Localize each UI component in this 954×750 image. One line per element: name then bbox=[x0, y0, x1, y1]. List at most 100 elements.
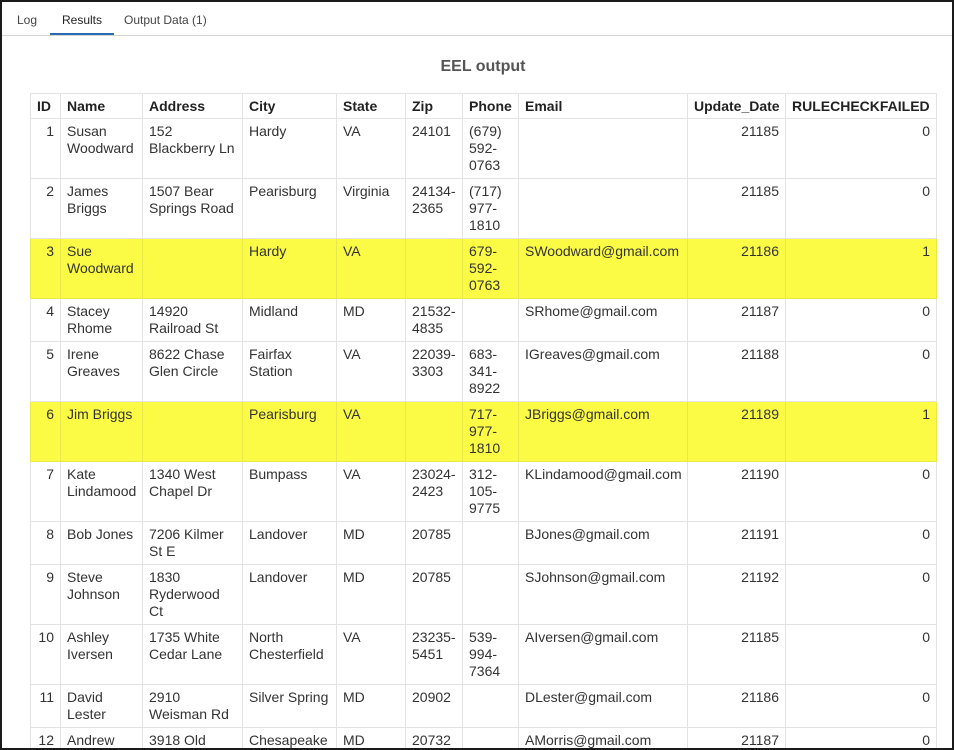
table-cell-state: MD bbox=[336, 521, 406, 565]
table-cell-city: Fairfax Station bbox=[242, 341, 337, 402]
table-row: 6 Jim Briggs Pearisburg VA 717-977-1810 JBrig… bbox=[30, 401, 937, 462]
table-cell-email: JBriggs@gmail.com bbox=[518, 401, 688, 462]
table-cell-city: North Chesterfield bbox=[242, 624, 337, 685]
table-cell-phone: 312-105-9775 bbox=[462, 461, 519, 522]
table-cell-rulecheckfailed: 0 bbox=[785, 564, 937, 625]
table-cell-update-date: 21189 bbox=[687, 401, 786, 462]
table-cell-rulecheckfailed: 1 bbox=[785, 238, 937, 299]
table-cell-zip: 23235-5451 bbox=[405, 624, 463, 685]
table-row: 1 Susan Woodward 152 Blackberry Ln Hardy VA 2… bbox=[30, 118, 937, 179]
table-cell-update-date: 21191 bbox=[687, 521, 786, 565]
table-cell-state: VA bbox=[336, 401, 406, 462]
table-cell-city: Landover bbox=[242, 521, 337, 565]
results-table: ID Name Address City State Zip Phone Email Updat… bbox=[30, 93, 937, 748]
table-cell-update-date: 21187 bbox=[687, 727, 786, 748]
table-cell-address: 1340 West Chapel Dr bbox=[142, 461, 243, 522]
table-cell-name: Kate Lindamood bbox=[60, 461, 143, 522]
table-cell-name: Irene Greaves bbox=[60, 341, 143, 402]
table-cell-phone bbox=[462, 298, 519, 342]
table-cell-zip: 20732 bbox=[405, 727, 463, 748]
table-cell-zip: 20902 bbox=[405, 684, 463, 728]
table-cell-address bbox=[142, 238, 243, 299]
table-cell-update-date: 21185 bbox=[687, 178, 786, 239]
table-cell-email: DLester@gmail.com bbox=[518, 684, 688, 728]
table-cell-phone: 539-994-7364 bbox=[462, 624, 519, 685]
table-row: 2 James Briggs 1507 Bear Springs Road Peari… bbox=[30, 178, 937, 239]
table-cell-email: BJones@gmail.com bbox=[518, 521, 688, 565]
table-cell-name: Stacey Rhome bbox=[60, 298, 143, 342]
table-cell-update-date: 21187 bbox=[687, 298, 786, 342]
table-cell-state: Virginia bbox=[336, 178, 406, 239]
column-header[interactable]: State bbox=[336, 93, 406, 119]
table-cell-email bbox=[518, 118, 688, 179]
table-row: 3 Sue Woodward Hardy VA 679-592-0763 SWoodwar… bbox=[30, 238, 937, 299]
table-cell-rulecheckfailed: 0 bbox=[785, 298, 937, 342]
table-cell-name: Ashley Iversen bbox=[60, 624, 143, 685]
table-cell-address: 152 Blackberry Ln bbox=[142, 118, 243, 179]
column-header[interactable]: Zip bbox=[405, 93, 463, 119]
column-header[interactable]: Address bbox=[142, 93, 243, 119]
table-cell-phone bbox=[462, 727, 519, 748]
tab-log[interactable]: Log bbox=[17, 2, 37, 34]
table-cell-update-date: 21186 bbox=[687, 684, 786, 728]
table-cell-name: David Lester bbox=[60, 684, 143, 728]
table-cell-id: 5 bbox=[30, 341, 61, 402]
table-cell-address: 3918 Old Bayside Rd bbox=[142, 727, 243, 748]
table-cell-address: 14920 Railroad St bbox=[142, 298, 243, 342]
table-cell-city: Chesapeake Beach bbox=[242, 727, 337, 748]
table-cell-phone bbox=[462, 564, 519, 625]
results-window: Log Results Output Data (1) EEL output I… bbox=[0, 0, 954, 750]
table-row: 11 David Lester 2910 Weisman Rd Silver Spri… bbox=[30, 684, 937, 728]
table-cell-city: Midland bbox=[242, 298, 337, 342]
column-header[interactable]: City bbox=[242, 93, 337, 119]
table-cell-zip bbox=[405, 238, 463, 299]
column-header[interactable]: Update_Date bbox=[687, 93, 786, 119]
table-cell-city: Landover bbox=[242, 564, 337, 625]
table-cell-email: SWoodward@gmail.com bbox=[518, 238, 688, 299]
table-cell-id: 2 bbox=[30, 178, 61, 239]
table-cell-email bbox=[518, 178, 688, 239]
table-cell-address: 2910 Weisman Rd bbox=[142, 684, 243, 728]
table-cell-name: Susan Woodward bbox=[60, 118, 143, 179]
tab-results[interactable]: Results bbox=[50, 2, 115, 35]
table-cell-city: Hardy bbox=[242, 238, 337, 299]
page-title: EEL output bbox=[440, 58, 526, 75]
table-cell-update-date: 21190 bbox=[687, 461, 786, 522]
column-header[interactable]: ID bbox=[30, 93, 61, 119]
table-cell-phone bbox=[462, 521, 519, 565]
table-cell-address: 1735 White Cedar Lane bbox=[142, 624, 243, 685]
table-cell-city: Bumpass bbox=[242, 461, 337, 522]
column-header[interactable]: Phone bbox=[462, 93, 519, 119]
table-cell-id: 3 bbox=[30, 238, 61, 299]
table-cell-state: VA bbox=[336, 118, 406, 179]
tab-output-data[interactable]: Output Data (1) bbox=[124, 2, 207, 34]
table-cell-name: James Briggs bbox=[60, 178, 143, 239]
table-row: 12Andrew Morris3918 Old Bayside RdChesap… bbox=[30, 727, 937, 748]
results-content: EEL output ID Name Address City State Zip Phon… bbox=[2, 36, 952, 748]
table-cell-phone: 717-977-1810 bbox=[462, 401, 519, 462]
table-cell-phone: 683-341-8922 bbox=[462, 341, 519, 402]
table-cell-rulecheckfailed: 0 bbox=[785, 341, 937, 402]
table-cell-state: VA bbox=[336, 341, 406, 402]
table-cell-email: SRhome@gmail.com bbox=[518, 298, 688, 342]
table-cell-id: 9 bbox=[30, 564, 61, 625]
table-row: 8 Bob Jones 7206 Kilmer St E Landover MD 2078… bbox=[30, 521, 937, 565]
table-cell-name: Andrew Morris bbox=[60, 727, 143, 748]
table-cell-city: Pearisburg bbox=[242, 178, 337, 239]
table-cell-phone: 679-592-0763 bbox=[462, 238, 519, 299]
table-cell-phone: (679) 592-0763 bbox=[462, 118, 519, 179]
column-header[interactable]: Email bbox=[518, 93, 688, 119]
table-cell-id: 12 bbox=[30, 727, 61, 748]
table-cell-update-date: 21186 bbox=[687, 238, 786, 299]
column-header[interactable]: RULECHECKFAILED bbox=[785, 93, 937, 119]
table-cell-update-date: 21188 bbox=[687, 341, 786, 402]
table-cell-address: 7206 Kilmer St E bbox=[142, 521, 243, 565]
table-cell-email: KLindamood@gmail.com bbox=[518, 461, 688, 522]
table-cell-rulecheckfailed: 0 bbox=[785, 521, 937, 565]
table-cell-email: AIversen@gmail.com bbox=[518, 624, 688, 685]
table-cell-zip: 20785 bbox=[405, 564, 463, 625]
column-header[interactable]: Name bbox=[60, 93, 143, 119]
table-cell-update-date: 21192 bbox=[687, 564, 786, 625]
table-row: 7 Kate Lindamood 1340 West Chapel Dr Bumpas… bbox=[30, 461, 937, 522]
table-cell-name: Steve Johnson bbox=[60, 564, 143, 625]
